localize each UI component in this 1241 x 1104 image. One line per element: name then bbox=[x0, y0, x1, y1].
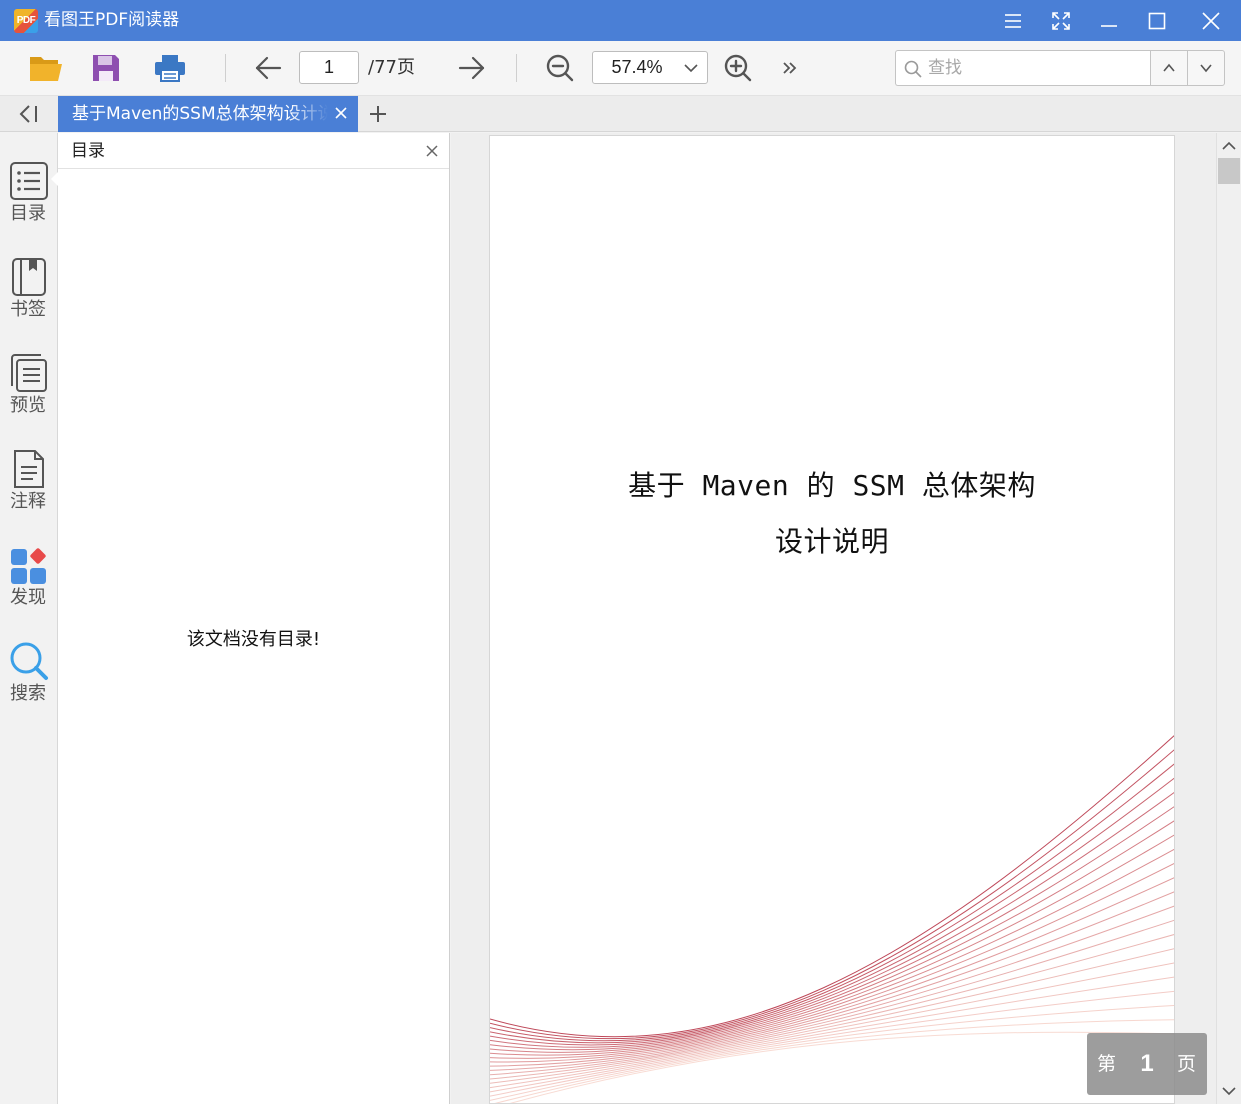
sidebar-item-toc[interactable]: 目录 bbox=[0, 159, 58, 249]
app-window: PDF 看图王PDF阅读器 1 /77页 57.4% 查找 基于Maven的SS… bbox=[0, 0, 1241, 1104]
page-total-label: /77页 bbox=[368, 57, 415, 78]
search-prev-button[interactable] bbox=[1150, 50, 1188, 86]
decorative-curve-line bbox=[490, 905, 1174, 1071]
maximize-button[interactable] bbox=[1133, 0, 1181, 41]
toc-empty-message: 该文档没有目录! bbox=[186, 629, 321, 650]
minimize-button[interactable] bbox=[1085, 0, 1133, 41]
decorative-curve-line bbox=[490, 1005, 1174, 1101]
arrow-left-icon bbox=[255, 56, 282, 80]
discover-icon bbox=[11, 548, 46, 584]
zoom-select[interactable]: 57.4% bbox=[592, 51, 708, 84]
close-icon bbox=[426, 145, 438, 157]
close-tab-icon[interactable] bbox=[334, 106, 348, 120]
decorative-curve-line bbox=[490, 791, 1174, 1046]
decorative-curve-line bbox=[490, 735, 1174, 1038]
zoom-value: 57.4% bbox=[611, 57, 663, 77]
zoom-out-button[interactable] bbox=[540, 50, 580, 86]
close-icon bbox=[1202, 11, 1220, 30]
sidebar-rail: 目录 书签 预览 注释 发现 搜索 bbox=[0, 133, 59, 1104]
sidebar-item-label: 发现 bbox=[10, 587, 46, 608]
hamburger-icon bbox=[1005, 13, 1021, 28]
page-number-input[interactable]: 1 bbox=[299, 51, 359, 84]
minimize-icon bbox=[1101, 24, 1117, 27]
plus-icon bbox=[370, 106, 386, 122]
pdf-page: 基于 Maven 的 SSM 总体架构 设计说明 bbox=[489, 135, 1175, 1104]
title-bar: PDF 看图王PDF阅读器 bbox=[0, 0, 1241, 41]
save-button[interactable] bbox=[86, 50, 126, 86]
decorative-curves bbox=[490, 735, 1174, 1103]
next-page-button[interactable] bbox=[452, 50, 492, 86]
tab-label: 基于Maven的SSM总体架构设计说明 bbox=[72, 104, 328, 124]
toolbar-separator bbox=[225, 54, 226, 82]
sidebar-item-preview[interactable]: 预览 bbox=[0, 351, 58, 441]
search-next-button[interactable] bbox=[1187, 50, 1225, 86]
menu-button[interactable] bbox=[989, 0, 1037, 41]
folder-open-icon bbox=[30, 57, 62, 81]
fullscreen-button[interactable] bbox=[1037, 0, 1085, 41]
arrow-right-icon bbox=[458, 56, 485, 80]
bookmark-icon bbox=[12, 258, 46, 296]
toc-close-button[interactable] bbox=[423, 142, 441, 160]
chevron-down-icon bbox=[1200, 64, 1212, 73]
tab-bar: 基于Maven的SSM总体架构设计说明 bbox=[0, 96, 1241, 132]
sidebar-item-label: 书签 bbox=[10, 299, 46, 320]
expand-icon bbox=[1052, 11, 1070, 30]
scroll-down-icon[interactable] bbox=[1221, 1084, 1237, 1098]
search-icon bbox=[904, 60, 922, 78]
print-button[interactable] bbox=[150, 50, 190, 86]
scrollbar-thumb[interactable] bbox=[1218, 158, 1240, 184]
sidebar-item-label: 目录 bbox=[10, 203, 46, 224]
collapse-sidebar-button[interactable] bbox=[12, 102, 46, 126]
sidebar-item-label: 预览 bbox=[10, 395, 46, 416]
zoom-out-icon bbox=[546, 54, 574, 82]
zoom-in-icon bbox=[724, 54, 752, 82]
scroll-up-icon[interactable] bbox=[1221, 139, 1237, 153]
maximize-icon bbox=[1148, 12, 1166, 29]
save-icon bbox=[93, 55, 119, 81]
chevron-down-icon bbox=[684, 64, 698, 73]
close-window-button[interactable] bbox=[1187, 0, 1235, 41]
toc-panel: 目录 该文档没有目录! bbox=[58, 133, 450, 1104]
search-icon bbox=[10, 642, 48, 680]
toolbar: 1 /77页 57.4% bbox=[0, 41, 1241, 96]
search-box bbox=[895, 50, 1151, 86]
prev-page-button[interactable] bbox=[248, 50, 288, 86]
decorative-curve-line bbox=[490, 763, 1174, 1042]
print-icon bbox=[155, 55, 185, 82]
more-chevrons-icon bbox=[783, 62, 797, 74]
preview-pages-icon bbox=[11, 354, 47, 392]
new-tab-button[interactable] bbox=[366, 102, 390, 126]
sidebar-item-search[interactable]: 搜索 bbox=[0, 639, 58, 729]
open-file-button[interactable] bbox=[26, 50, 66, 86]
zoom-in-button[interactable] bbox=[718, 50, 758, 86]
vertical-scrollbar[interactable] bbox=[1216, 133, 1241, 1104]
page-indicator-prefix: 第 bbox=[1097, 1053, 1117, 1075]
sidebar-item-label: 注释 bbox=[10, 491, 46, 512]
sidebar-item-bookmarks[interactable]: 书签 bbox=[0, 255, 58, 345]
page-indicator: 第 1 页 bbox=[1087, 1033, 1207, 1095]
decorative-curve-line bbox=[490, 806, 1174, 1048]
app-title: 看图王PDF阅读器 bbox=[44, 10, 180, 30]
search-input[interactable] bbox=[928, 53, 1143, 83]
more-tools-button[interactable] bbox=[770, 50, 810, 86]
toolbar-separator bbox=[516, 54, 517, 82]
page-indicator-suffix: 页 bbox=[1177, 1053, 1197, 1075]
app-logo-icon: PDF bbox=[14, 9, 38, 33]
document-title-line-2: 设计说明 bbox=[774, 525, 889, 558]
toc-list-icon bbox=[10, 162, 48, 200]
decorative-curve-line bbox=[490, 848, 1174, 1056]
toc-title: 目录 bbox=[71, 141, 105, 161]
chevron-up-icon bbox=[1163, 63, 1175, 72]
sidebar-item-label: 搜索 bbox=[10, 683, 46, 704]
tab-document[interactable]: 基于Maven的SSM总体架构设计说明 bbox=[58, 96, 358, 132]
annotation-icon bbox=[14, 450, 44, 488]
collapse-left-icon bbox=[19, 105, 37, 123]
page-indicator-number: 1 bbox=[1140, 1050, 1154, 1077]
document-title-line-1: 基于 Maven 的 SSM 总体架构 bbox=[628, 469, 1036, 502]
sidebar-item-discover[interactable]: 发现 bbox=[0, 543, 58, 633]
document-viewport[interactable]: 基于 Maven 的 SSM 总体架构 设计说明 bbox=[451, 133, 1216, 1104]
sidebar-item-annotations[interactable]: 注释 bbox=[0, 447, 58, 537]
toc-header: 目录 bbox=[58, 133, 449, 169]
